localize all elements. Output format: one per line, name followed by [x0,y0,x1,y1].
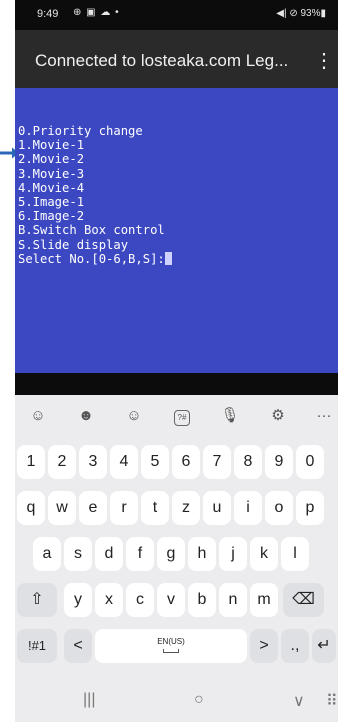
key-2[interactable]: 2 [48,445,76,479]
menu-line: 5.Image-1 [18,195,85,210]
key-r[interactable]: r [110,491,138,525]
shift-key[interactable]: ⇧ [17,583,57,617]
letter-row-2: a s d f g h j k l [15,537,338,575]
keyboard-switch-icon[interactable]: ⠿ [326,691,338,711]
terminal-text: 0.Priority change 1.Movie-1 2.Movie-2 3.… [18,124,172,266]
recents-icon[interactable]: ||| [83,691,95,709]
app-bar: Connected to losteaka.com Leg... ⋮ [15,30,338,88]
key-u[interactable]: u [203,491,231,525]
key-3[interactable]: 3 [79,445,107,479]
key-b[interactable]: b [188,583,216,617]
back-icon[interactable]: ∨ [293,691,305,711]
backspace-key[interactable]: ⌫ [283,583,324,617]
key-8[interactable]: 8 [234,445,262,479]
key-h[interactable]: h [188,537,216,571]
punctuation-key[interactable]: ., [281,629,309,663]
letter-row-1: q w e r t z u i o p [15,491,338,529]
symbols-key[interactable]: !#1 [17,629,57,663]
home-icon[interactable]: ○ [194,691,204,709]
key-z[interactable]: z [172,491,200,525]
text-cursor [164,251,172,265]
key-w[interactable]: w [48,491,76,525]
key-a[interactable]: a [33,537,61,571]
key-1[interactable]: 1 [17,445,45,479]
key-5[interactable]: 5 [141,445,169,479]
clipboard-icon[interactable]: ?# [171,405,193,427]
more-icon[interactable]: ··· [313,405,335,427]
key-m[interactable]: m [250,583,278,617]
menu-line: 6.Image-2 [18,209,85,224]
cursor-right-key[interactable]: > [250,629,278,663]
letter-row-3: ⇧ y x c v b n m ⌫ [15,583,338,621]
key-7[interactable]: 7 [203,445,231,479]
key-g[interactable]: g [157,537,185,571]
page-title: Connected to losteaka.com Leg... [35,51,289,70]
key-f[interactable]: f [126,537,154,571]
key-c[interactable]: c [126,583,154,617]
emoji-icon[interactable]: ☺ [27,405,49,427]
enter-key[interactable]: ↵ [312,629,336,663]
key-6[interactable]: 6 [172,445,200,479]
space-key[interactable]: EN(US) [95,629,247,663]
terminal-bottom-padding [15,373,338,395]
key-t[interactable]: t [141,491,169,525]
key-x[interactable]: x [95,583,123,617]
notification-icons: ⊕ ▣ ☁ • [73,7,120,18]
prompt-line: Select No.[0-6,B,S]: [18,251,165,266]
system-nav-bar: ||| ○ ∨ ⠿ [15,680,338,722]
clipboard-glyph: ?# [174,410,190,426]
key-d[interactable]: d [95,537,123,571]
key-j[interactable]: j [219,537,247,571]
cursor-left-key[interactable]: < [64,629,92,663]
number-row: 1 2 3 4 5 6 7 8 9 0 [15,445,338,483]
space-language-label: EN(US) [157,637,185,646]
microphone-icon[interactable]: 🎙 [219,405,241,427]
keyboard-toolbar: ☺ ☻ ☺ ?# 🎙 ⚙ ··· [15,395,338,435]
terminal-screen[interactable]: 0.Priority change 1.Movie-1 2.Movie-2 3.… [15,88,338,373]
key-v[interactable]: v [157,583,185,617]
key-l[interactable]: l [281,537,309,571]
key-e[interactable]: e [79,491,107,525]
key-n[interactable]: n [219,583,247,617]
key-0[interactable]: 0 [296,445,324,479]
key-i[interactable]: i [234,491,262,525]
bottom-key-row: !#1 < EN(US) > ., ↵ [15,629,338,667]
menu-line: 4.Movie-4 [18,180,85,195]
menu-line: S.Slide display [18,237,129,252]
settings-icon[interactable]: ⚙ [267,405,289,427]
key-y[interactable]: y [64,583,92,617]
key-k[interactable]: k [250,537,278,571]
key-s[interactable]: s [64,537,92,571]
status-right-icons: ◀| ⊘ 93%▮ [276,8,326,19]
key-o[interactable]: o [265,491,293,525]
status-time: 9:49 [37,8,59,20]
key-p[interactable]: p [296,491,324,525]
sticker-icon[interactable]: ☻ [75,405,97,427]
menu-line: 3.Movie-3 [18,166,85,181]
status-bar: 9:49 ⊕ ▣ ☁ • ◀| ⊘ 93%▮ [15,0,338,30]
on-screen-keyboard: ☺ ☻ ☺ ?# 🎙 ⚙ ··· 1 2 3 4 5 6 7 8 9 0 q w… [15,395,338,722]
menu-line: 2.Movie-2 [18,152,85,167]
menu-line: 1.Movie-1 [18,138,85,153]
phone-screen: 9:49 ⊕ ▣ ☁ • ◀| ⊘ 93%▮ Connected to lost… [15,0,338,722]
bitmoji-icon[interactable]: ☺ [123,405,145,427]
key-4[interactable]: 4 [110,445,138,479]
key-9[interactable]: 9 [265,445,293,479]
more-options-icon[interactable]: ⋮ [314,48,334,73]
menu-line: 0.Priority change [18,124,143,138]
key-q[interactable]: q [17,491,45,525]
menu-line: B.Switch Box control [18,223,165,238]
space-bar-icon [163,649,179,653]
